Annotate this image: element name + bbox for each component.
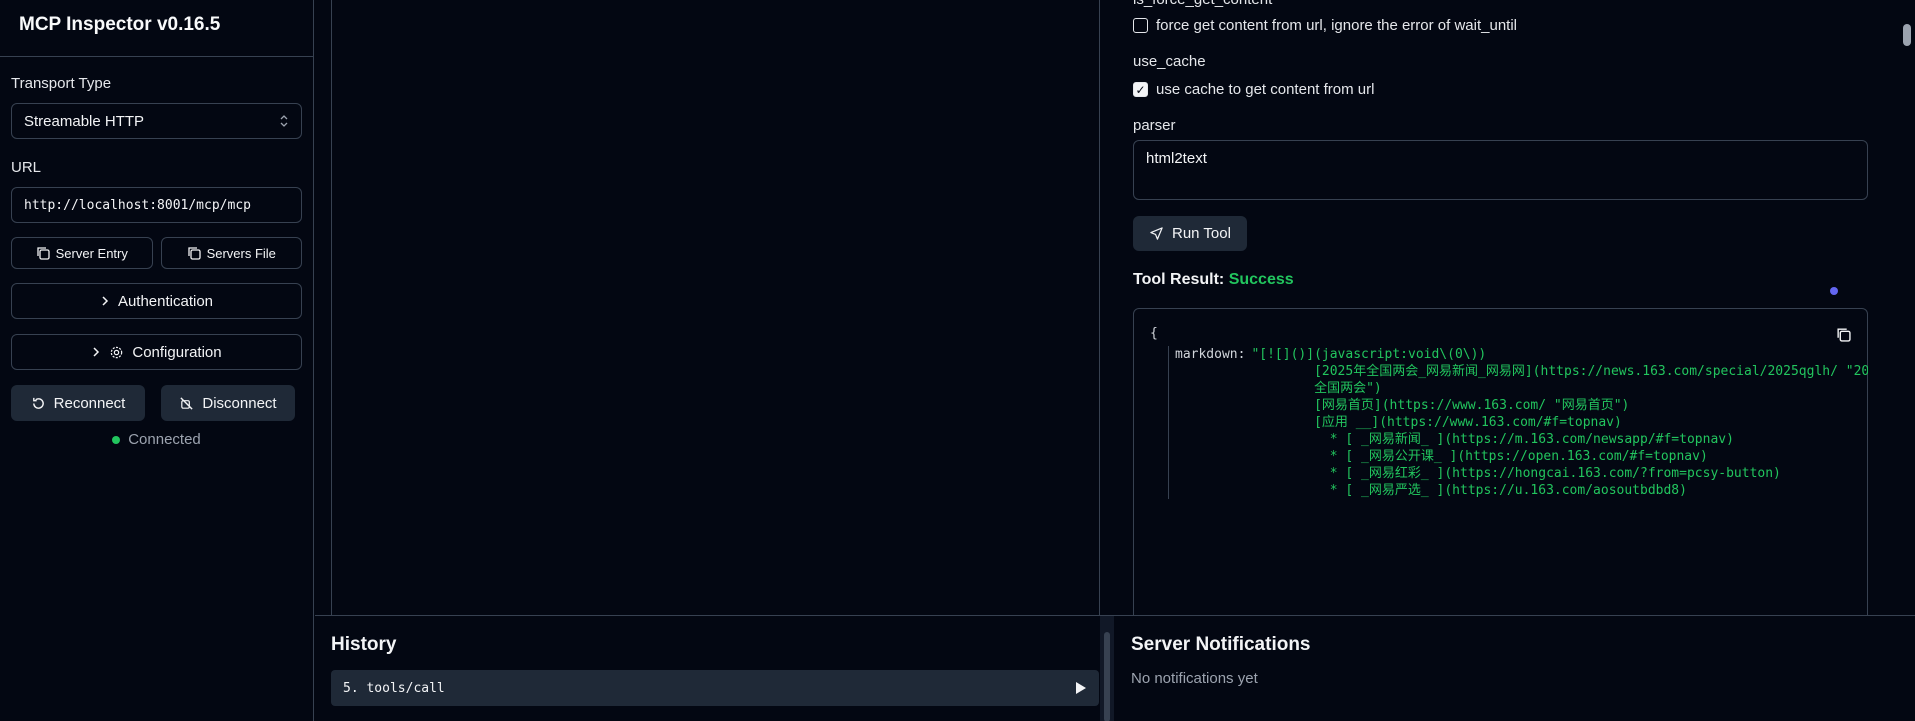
bottom-panels: History 5. tools/call Server Notificatio… [315, 615, 1915, 721]
notifications-panel: Server Notifications No notifications ye… [1131, 634, 1311, 687]
json-key: markdown: [1175, 347, 1246, 362]
json-line: * [ _网易严选_ ](https://u.163.com/aosoutbdb… [1251, 483, 1687, 498]
notifications-title: Server Notifications [1131, 634, 1311, 655]
app-title: MCP Inspector v0.16.5 [0, 0, 313, 57]
transport-type-value: Streamable HTTP [24, 112, 145, 130]
authentication-label: Authentication [117, 292, 214, 310]
json-line: 全国两会") [1251, 381, 1382, 396]
json-body: markdown: "[![]()](javascript:void\(0\))… [1168, 346, 1868, 499]
json-value: "[![]()](javascript:void\(0\)) [2025年全国两… [1251, 346, 1868, 499]
indicator-dot-icon [1830, 287, 1838, 295]
history-item[interactable]: 5. tools/call [331, 670, 1099, 706]
copy-icon[interactable] [1836, 327, 1851, 342]
json-entry: markdown: "[![]()](javascript:void\(0\))… [1175, 346, 1868, 499]
sidebar: MCP Inspector v0.16.5 Transport Type Str… [0, 0, 314, 721]
disconnect-label: Disconnect [202, 394, 277, 412]
force-checkbox[interactable] [1133, 18, 1148, 33]
panel-resize-handle[interactable] [1100, 616, 1114, 721]
run-tool-button[interactable]: Run Tool [1133, 216, 1247, 251]
json-line: [2025年全国两会_网易新闻_网易网](https://news.163.co… [1251, 364, 1868, 379]
configuration-label: Configuration [132, 343, 222, 361]
reconnect-button[interactable]: Reconnect [11, 385, 145, 421]
url-label: URL [11, 159, 42, 176]
json-line: [应用 __](https://www.163.com/#f=topnav) [1251, 415, 1622, 430]
tool-result-heading: Tool Result: Success [1133, 271, 1294, 289]
json-line: * [ _网易新闻_ ](https://m.163.com/newsapp/#… [1251, 432, 1734, 447]
force-field-label: is_force_get_content [1133, 0, 1272, 8]
history-title: History [331, 634, 397, 655]
parser-field-label: parser [1133, 117, 1176, 134]
run-tool-label: Run Tool [1172, 225, 1231, 242]
force-checkbox-label: force get content from url, ignore the e… [1156, 17, 1518, 34]
chevron-up-down-icon [280, 115, 288, 127]
url-input[interactable]: http://localhost:8001/mcp/mcp [11, 187, 302, 223]
unplug-icon [180, 396, 194, 410]
main-scrollbar[interactable] [1899, 0, 1915, 615]
cache-field-label: use_cache [1133, 53, 1206, 70]
disconnect-button[interactable]: Disconnect [161, 385, 295, 421]
json-line: "[![]()](javascript:void\(0\)) [1251, 347, 1487, 362]
cache-checkbox-row[interactable]: ✓ use cache to get content from url [1133, 81, 1374, 98]
parser-textarea[interactable]: html2text [1133, 140, 1868, 200]
history-item-label: 5. tools/call [343, 680, 445, 696]
tool-result-box: { markdown: "[![]()](javascript:void\(0\… [1133, 308, 1868, 615]
force-checkbox-row[interactable]: force get content from url, ignore the e… [1133, 17, 1517, 34]
json-line: * [ _网易公开课_ ](https://open.163.com/#f=to… [1251, 449, 1708, 464]
cache-checkbox[interactable]: ✓ [1133, 82, 1148, 97]
reconnect-label: Reconnect [53, 394, 126, 412]
server-entry-label: Server Entry [55, 245, 128, 261]
copy-icon [36, 247, 50, 260]
refresh-icon [32, 397, 44, 409]
tool-result-label: Tool Result: [1133, 271, 1225, 288]
resize-grip[interactable] [1104, 632, 1110, 721]
copy-icon [187, 247, 201, 260]
configuration-button[interactable]: Configuration [11, 334, 302, 370]
json-line: [网易首页](https://www.163.com/ "网易首页") [1251, 398, 1630, 413]
transport-type-label: Transport Type [11, 75, 112, 92]
connection-status: Connected [11, 431, 302, 448]
send-icon [1150, 227, 1163, 240]
play-icon[interactable] [1075, 681, 1087, 695]
json-line: * [ _网易红彩_ ](https://hongcai.163.com/?fr… [1251, 466, 1781, 481]
notifications-empty-text: No notifications yet [1131, 670, 1258, 687]
json-open-brace: { [1150, 326, 1158, 341]
authentication-button[interactable]: Authentication [11, 283, 302, 319]
tools-list-pane [331, 0, 1100, 615]
scrollbar-thumb[interactable] [1903, 24, 1911, 46]
gear-icon [111, 346, 123, 358]
history-panel: History 5. tools/call [331, 634, 1099, 706]
tool-result-status: Success [1228, 271, 1294, 288]
chevron-right-icon [102, 296, 109, 306]
transport-type-select[interactable]: Streamable HTTP [11, 103, 302, 139]
tool-detail-pane: is_force_get_content force get content f… [1133, 0, 1868, 615]
servers-file-label: Servers File [206, 245, 276, 261]
server-entry-button[interactable]: Server Entry [11, 237, 153, 269]
status-dot-icon [112, 435, 121, 444]
cache-checkbox-label: use cache to get content from url [1156, 81, 1375, 98]
chevron-right-icon [93, 347, 100, 357]
servers-file-button[interactable]: Servers File [160, 237, 302, 269]
connection-status-text: Connected [128, 431, 201, 448]
